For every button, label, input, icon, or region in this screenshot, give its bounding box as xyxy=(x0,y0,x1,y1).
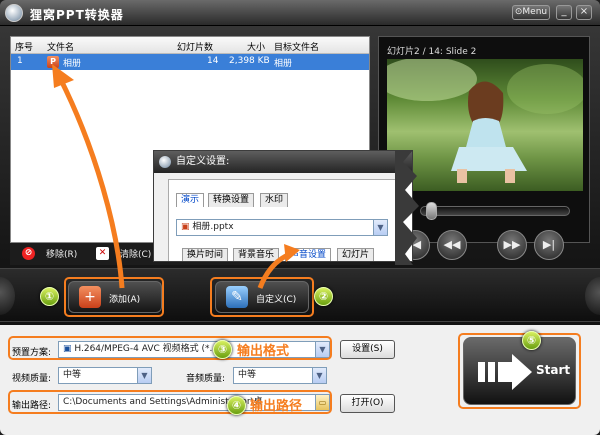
arrow-to-file-list xyxy=(57,76,125,289)
step-2-badge: ② xyxy=(314,287,333,306)
step-5-badge: ⑤ xyxy=(522,331,541,350)
arrow-head-dialog xyxy=(284,244,300,262)
step-1-badge: ① xyxy=(40,287,59,306)
annotation-arrows xyxy=(52,64,300,289)
arrow-to-dialog xyxy=(257,251,292,289)
step-3-badge: ③ xyxy=(213,340,232,359)
step-4-badge: ④ xyxy=(227,396,246,415)
app-window: 狸窝PPT转换器 ⊙Menu _ × 序号 文件名 幻灯片数 大小 目标文件名 … xyxy=(0,0,600,435)
